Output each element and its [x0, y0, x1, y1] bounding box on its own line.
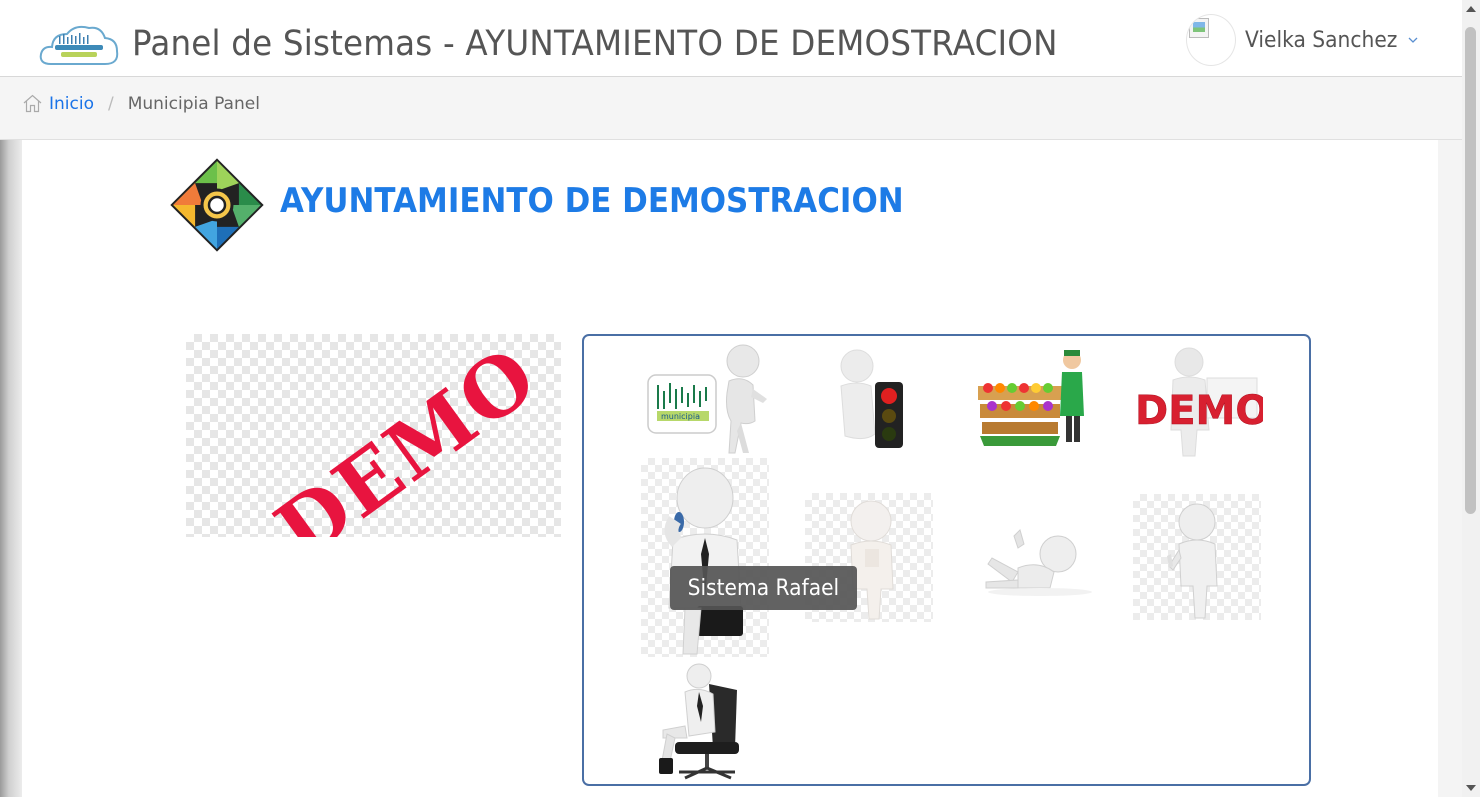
figure-chair-icon [655, 662, 745, 782]
user-menu[interactable]: Vielka Sanchez [1186, 14, 1419, 66]
figure-lying-icon [978, 518, 1098, 600]
system-tile-municipia[interactable]: municipia [645, 341, 771, 455]
system-tile-figure-thumbs-up[interactable] [1133, 494, 1261, 620]
municipia-tile-label: municipia [661, 412, 700, 421]
market-stall-icon [972, 346, 1092, 452]
top-header: Panel de Sistemas - AYUNTAMIENTO DE DEMO… [0, 0, 1462, 77]
breadcrumb-current: Municipia Panel [127, 93, 260, 114]
system-tile-figure-lying[interactable] [978, 518, 1098, 600]
demo-banner: DEMO [186, 334, 561, 537]
chevron-down-icon[interactable] [1407, 34, 1419, 46]
user-name[interactable]: Vielka Sanchez [1245, 28, 1397, 53]
content-edge [0, 140, 22, 797]
businessman-phone-icon [664, 467, 743, 655]
breadcrumb: Inicio / Municipia Panel [0, 77, 1462, 140]
organization-title: AYUNTAMIENTO DE DEMOSTRACION [280, 181, 904, 221]
breadcrumb-home-link[interactable]: Inicio [49, 94, 94, 114]
tooltip: Sistema Rafael [670, 566, 857, 610]
system-tile-demo[interactable]: DEMO [1133, 344, 1263, 458]
system-tile-figure-chair[interactable] [655, 662, 745, 782]
page-title: Panel de Sistemas - AYUNTAMIENTO DE DEMO… [132, 24, 1058, 64]
scroll-down-arrow-icon[interactable] [1466, 785, 1476, 791]
municipia-cloud-logo-icon[interactable] [37, 20, 121, 72]
tooltip-text: Sistema Rafael [687, 575, 840, 601]
system-tile-semaforo[interactable] [805, 344, 933, 452]
content-edge-right [1438, 140, 1462, 797]
system-tile-mercado[interactable] [972, 346, 1092, 452]
demo-tile-label: DEMO [1135, 388, 1263, 434]
organization-logo-icon [170, 158, 264, 252]
traffic-light-icon [805, 344, 933, 452]
thumbs-up-icon [1167, 503, 1218, 619]
scroll-thumb[interactable] [1465, 27, 1476, 514]
demo-stamp: DEMO [258, 334, 554, 537]
home-icon[interactable] [22, 93, 43, 114]
avatar[interactable] [1186, 14, 1236, 66]
vertical-scrollbar[interactable] [1462, 0, 1480, 797]
broken-image-icon [1189, 18, 1209, 38]
scroll-up-arrow-icon[interactable] [1466, 6, 1476, 12]
breadcrumb-separator: / [107, 93, 114, 114]
system-tile-rafael[interactable] [641, 458, 769, 657]
